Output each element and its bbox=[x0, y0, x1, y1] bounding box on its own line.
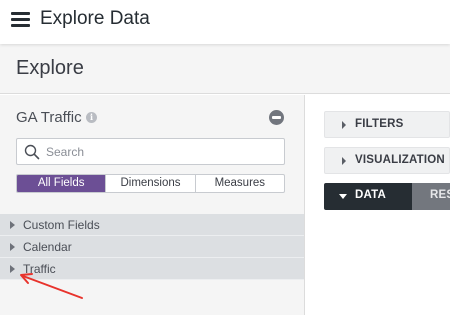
visualization-label: VISUALIZATION bbox=[355, 154, 445, 166]
app-title: Explore Data bbox=[40, 8, 150, 29]
caret-right-icon bbox=[10, 221, 15, 229]
info-icon[interactable]: i bbox=[86, 112, 97, 123]
field-type-tabs: All Fields Dimensions Measures bbox=[16, 174, 285, 193]
tab-all-fields[interactable]: All Fields bbox=[17, 175, 106, 192]
page-title: Explore bbox=[16, 57, 84, 79]
explore-page: Explore Data Explore GA Traffic i All Fi… bbox=[0, 0, 450, 315]
field-group-label: Custom Fields bbox=[23, 218, 100, 232]
top-app-bar: Explore Data bbox=[0, 0, 450, 44]
collapse-icon[interactable] bbox=[269, 110, 284, 125]
caret-down-icon bbox=[339, 194, 347, 199]
visualization-section-header[interactable]: VISUALIZATION bbox=[324, 147, 450, 174]
data-section-tab[interactable]: DATA bbox=[324, 183, 412, 210]
results-tab[interactable]: RES bbox=[412, 183, 450, 210]
filters-label: FILTERS bbox=[355, 118, 404, 130]
caret-right-icon bbox=[10, 243, 15, 251]
field-group-calendar[interactable]: Calendar bbox=[0, 236, 304, 258]
hamburger-menu-icon[interactable] bbox=[11, 11, 30, 28]
data-label: DATA bbox=[355, 189, 387, 201]
annotation-arrow-icon bbox=[20, 273, 83, 299]
filters-section-header[interactable]: FILTERS bbox=[324, 111, 450, 138]
results-label: RES bbox=[430, 189, 450, 201]
explore-sections-panel: FILTERS VISUALIZATION DATA RES bbox=[306, 95, 450, 315]
search-box bbox=[16, 138, 285, 165]
tab-measures[interactable]: Measures bbox=[194, 175, 284, 192]
field-group-custom-fields[interactable]: Custom Fields bbox=[0, 214, 304, 236]
explore-name: GA Traffic bbox=[16, 109, 82, 126]
field-group-label: Calendar bbox=[23, 240, 72, 254]
caret-right-icon bbox=[342, 121, 346, 129]
tab-dimensions[interactable]: Dimensions bbox=[105, 175, 194, 192]
search-icon bbox=[24, 144, 40, 160]
page-header: Explore bbox=[0, 44, 450, 94]
caret-right-icon bbox=[342, 157, 346, 165]
search-input[interactable] bbox=[46, 142, 276, 162]
